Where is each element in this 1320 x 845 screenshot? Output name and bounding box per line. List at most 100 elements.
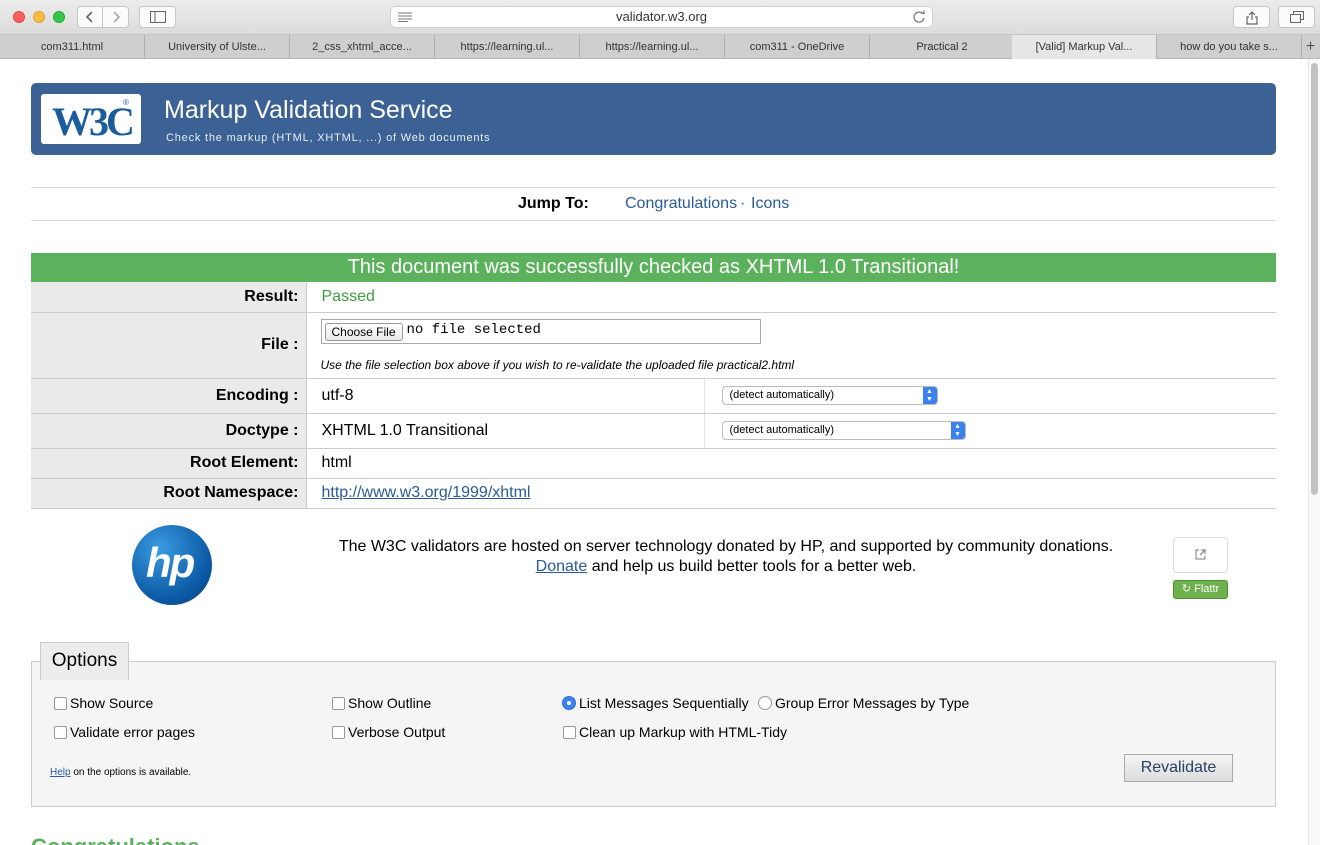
revalidate-button[interactable]: Revalidate <box>1124 754 1233 782</box>
verbose-output-option[interactable]: Verbose Output <box>332 724 445 740</box>
page-subtitle: Check the markup (HTML, XHTML, ...) of W… <box>166 132 491 144</box>
help-text: on the options is available. <box>70 767 192 778</box>
browser-toolbar: validator.w3.org <box>0 0 1320 35</box>
root-namespace-row: Root Namespace: http://www.w3.org/1999/x… <box>31 478 1276 509</box>
jump-separator: · <box>740 195 746 212</box>
options-title[interactable]: Options <box>40 642 129 680</box>
show-outline-option[interactable]: Show Outline <box>332 695 431 711</box>
validate-error-pages-checkbox[interactable] <box>54 726 67 739</box>
doctype-row: Doctype : XHTML 1.0 Transitional (detect… <box>31 413 1276 449</box>
share-widget[interactable] <box>1173 537 1228 573</box>
sidebar-icon <box>149 11 166 23</box>
w3c-logo-text: W3C <box>52 99 135 144</box>
w3c-logo[interactable]: W3C ® <box>41 94 141 144</box>
sponsor-line: The W3C validators are hosted on server … <box>338 538 1114 555</box>
hp-logo-text: hp <box>146 539 195 586</box>
header-banner: W3C ® Markup Validation Service Check th… <box>31 83 1276 155</box>
verbose-output-checkbox[interactable] <box>332 726 345 739</box>
options-help: Help on the options is available. <box>50 767 191 778</box>
zoom-window-button[interactable] <box>53 11 65 23</box>
new-tab-button[interactable]: + <box>1301 35 1320 59</box>
flattr-icon: ↻ <box>1181 583 1192 595</box>
root-namespace-cell: http://www.w3.org/1999/xhtml <box>306 478 1276 509</box>
donate-link[interactable]: Donate <box>536 558 588 575</box>
file-label: File : <box>31 312 307 379</box>
file-hint: Use the file selection box above if you … <box>320 357 795 372</box>
sidebar-toggle-button[interactable] <box>139 6 176 28</box>
forward-button[interactable] <box>102 6 129 28</box>
jump-to-label: Jump To: <box>518 195 589 212</box>
flattr-button[interactable]: ↻ Flattr <box>1173 580 1228 599</box>
page-title[interactable]: Markup Validation Service <box>164 96 453 125</box>
result-label: Result: <box>31 282 307 313</box>
list-sequential-option[interactable]: List Messages Sequentially <box>562 695 749 711</box>
result-value: Passed <box>306 282 1276 313</box>
group-by-type-label: Group Error Messages by Type <box>775 695 970 711</box>
page-scrollbar[interactable] <box>1308 59 1320 845</box>
share-icon <box>1245 11 1258 25</box>
minimize-window-button[interactable] <box>33 11 45 23</box>
browser-tab[interactable]: com311.html <box>0 35 145 59</box>
show-source-option[interactable]: Show Source <box>54 695 153 711</box>
external-link-icon <box>1195 549 1206 560</box>
encoding-row: Encoding : utf-8 (detect automatically) … <box>31 378 1276 414</box>
file-row: File : Choose File no file selected Use … <box>31 312 1276 379</box>
browser-tab[interactable]: University of Ulste... <box>145 35 290 59</box>
cleanup-tidy-checkbox[interactable] <box>563 726 576 739</box>
doctype-select[interactable]: (detect automatically) ▲ ▼ <box>721 421 966 440</box>
group-by-type-option[interactable]: Group Error Messages by Type <box>758 695 969 711</box>
doctype-select-cell: (detect automatically) ▲ ▼ <box>704 413 1276 449</box>
browser-tab-active[interactable]: [Valid] Markup Val... <box>1012 35 1157 59</box>
cleanup-tidy-label: Clean up Markup with HTML-Tidy <box>579 724 787 740</box>
address-bar[interactable]: validator.w3.org <box>390 6 933 28</box>
jump-to-bar: Jump To: Congratulations · Icons <box>31 187 1276 221</box>
show-source-label: Show Source <box>70 695 154 711</box>
close-window-button[interactable] <box>13 11 25 23</box>
tab-overview-button[interactable] <box>1278 6 1315 28</box>
url-text: validator.w3.org <box>615 9 708 24</box>
back-button[interactable] <box>77 6 103 28</box>
browser-tab[interactable]: Practical 2 <box>870 35 1015 59</box>
choose-file-button[interactable]: Choose File <box>324 322 403 341</box>
results-table: Result: Passed File : Choose File no fil… <box>31 282 1276 509</box>
show-source-checkbox[interactable] <box>54 697 67 710</box>
browser-tab[interactable]: com311 - OneDrive <box>725 35 870 59</box>
jump-icons-link[interactable]: Icons <box>751 195 789 213</box>
chevron-left-icon <box>85 11 93 23</box>
list-sequential-radio[interactable] <box>562 696 576 710</box>
scrollbar-thumb[interactable] <box>1311 63 1318 495</box>
reload-icon[interactable] <box>912 10 926 24</box>
file-cell: Choose File no file selected Use the fil… <box>306 312 1276 379</box>
root-element-row: Root Element: html <box>31 448 1276 479</box>
donate-line: Donate and help us build better tools fo… <box>300 557 1152 577</box>
jump-congratulations-link[interactable]: Congratulations <box>625 195 737 213</box>
tabs-icon <box>1289 11 1304 23</box>
select-arrows-icon: ▲ ▼ <box>950 422 965 439</box>
show-outline-label: Show Outline <box>348 695 432 711</box>
result-row: Result: Passed <box>31 282 1276 313</box>
chevron-right-icon <box>112 11 120 23</box>
doctype-label: Doctype : <box>31 413 307 449</box>
encoding-select-cell: (detect automatically) ▲ ▼ <box>704 378 1276 414</box>
show-outline-checkbox[interactable] <box>332 697 345 710</box>
reader-list-icon[interactable] <box>398 12 412 22</box>
file-input[interactable]: Choose File no file selected <box>320 318 761 344</box>
browser-tab[interactable]: 2_css_xhtml_acce... <box>290 35 435 59</box>
sponsor-text: The W3C validators are hosted on server … <box>300 537 1152 577</box>
cleanup-tidy-option[interactable]: Clean up Markup with HTML-Tidy <box>563 724 787 740</box>
no-file-text: no file selected <box>406 321 541 338</box>
select-arrows-icon: ▲ ▼ <box>922 387 937 404</box>
hp-logo[interactable]: hp <box>132 525 212 605</box>
congratulations-heading: Congratulations <box>31 836 200 845</box>
browser-tab[interactable]: how do you take s... <box>1157 35 1302 59</box>
group-by-type-radio[interactable] <box>758 696 772 710</box>
validate-error-pages-option[interactable]: Validate error pages <box>54 724 195 740</box>
encoding-select[interactable]: (detect automatically) ▲ ▼ <box>721 386 938 405</box>
root-namespace-link[interactable]: http://www.w3.org/1999/xhtml <box>322 484 531 501</box>
help-link[interactable]: Help <box>50 767 71 778</box>
encoding-select-value: (detect automatically) <box>729 389 835 401</box>
browser-tab[interactable]: https://learning.ul... <box>580 35 725 59</box>
browser-tab[interactable]: https://learning.ul... <box>435 35 580 59</box>
share-button[interactable] <box>1233 6 1270 28</box>
root-element-value: html <box>306 448 1276 479</box>
